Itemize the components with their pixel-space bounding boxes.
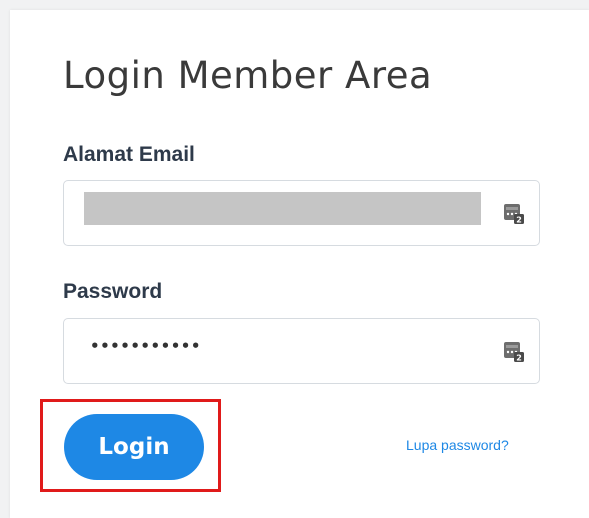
page-title: Login Member Area: [63, 54, 433, 97]
email-field[interactable]: 2: [63, 180, 540, 246]
password-manager-icon[interactable]: 2: [503, 201, 525, 225]
login-button[interactable]: Login: [64, 414, 204, 480]
login-card: Login Member Area Alamat Email 2 Passwor…: [10, 10, 589, 518]
email-label: Alamat Email: [63, 143, 195, 166]
svg-text:2: 2: [516, 354, 522, 363]
redacted-email-value: [84, 192, 481, 225]
svg-text:2: 2: [516, 216, 522, 225]
password-manager-icon[interactable]: 2: [503, 339, 525, 363]
forgot-password-link[interactable]: Lupa password?: [406, 437, 509, 453]
password-field[interactable]: ••••••••••• 2: [63, 318, 540, 384]
password-value: •••••••••••: [90, 337, 201, 355]
password-label: Password: [63, 280, 163, 303]
